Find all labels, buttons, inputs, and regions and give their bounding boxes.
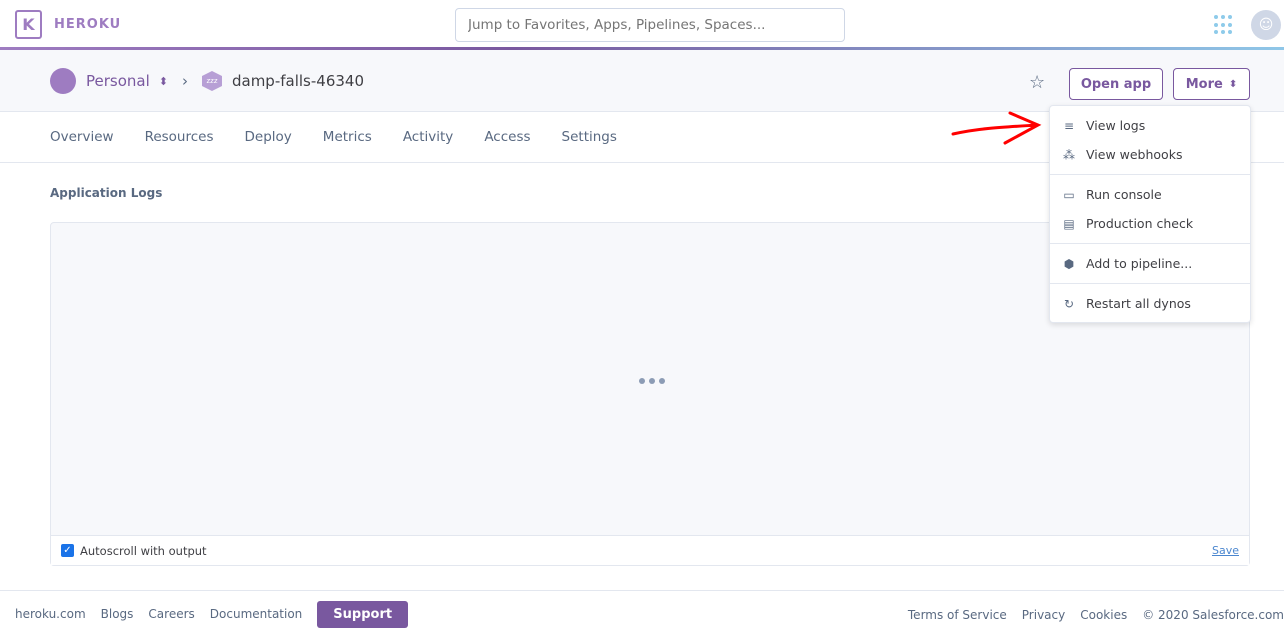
apps-grid-icon[interactable] bbox=[1214, 15, 1234, 35]
divider bbox=[1050, 243, 1250, 244]
autoscroll-label[interactable]: Autoscroll with output bbox=[80, 544, 207, 558]
tab-resources[interactable]: Resources bbox=[145, 129, 214, 145]
more-label: More bbox=[1185, 76, 1223, 92]
tab-activity[interactable]: Activity bbox=[403, 129, 454, 145]
log-footer: ✓ Autoscroll with output Save bbox=[51, 535, 1249, 565]
open-app-button[interactable]: Open app bbox=[1069, 68, 1163, 100]
section-title: Application Logs bbox=[50, 186, 163, 200]
menu-item-run-console[interactable]: ▭ Run console bbox=[1050, 180, 1250, 209]
menu-label: Add to pipeline... bbox=[1086, 256, 1193, 271]
sleeping-app-icon: zzz bbox=[201, 71, 222, 91]
menu-item-add-to-pipeline[interactable]: ⬢ Add to pipeline... bbox=[1050, 249, 1250, 278]
menu-label: View logs bbox=[1086, 118, 1146, 133]
footer-link-privacy[interactable]: Privacy bbox=[1022, 608, 1065, 622]
save-link[interactable]: Save bbox=[1212, 544, 1239, 557]
footer-link-documentation[interactable]: Documentation bbox=[210, 607, 303, 621]
lines-icon: ≡ bbox=[1063, 118, 1075, 133]
autoscroll-checkbox[interactable]: ✓ bbox=[61, 544, 74, 557]
menu-item-restart-dynos[interactable]: ↻ Restart all dynos bbox=[1050, 289, 1250, 318]
more-button[interactable]: More ⬍ bbox=[1173, 68, 1250, 100]
user-icon bbox=[50, 68, 76, 94]
footer-link-cookies[interactable]: Cookies bbox=[1080, 608, 1127, 622]
footer-link-careers[interactable]: Careers bbox=[148, 607, 194, 621]
menu-label: View webhooks bbox=[1086, 147, 1183, 162]
pipeline-icon: ⬢ bbox=[1063, 256, 1075, 271]
chevron-right-icon: › bbox=[181, 72, 188, 90]
avatar[interactable]: ☺ bbox=[1251, 10, 1281, 40]
footer-link-blogs[interactable]: Blogs bbox=[101, 607, 134, 621]
menu-item-production-check[interactable]: ▤ Production check bbox=[1050, 209, 1250, 238]
webhook-icon: ⁂ bbox=[1063, 147, 1075, 162]
account-switcher[interactable]: Personal bbox=[86, 72, 150, 90]
red-arrow-annotation bbox=[951, 111, 1042, 145]
loading-dots-icon bbox=[639, 378, 665, 384]
menu-label: Run console bbox=[1086, 187, 1162, 202]
divider bbox=[1050, 283, 1250, 284]
tab-overview[interactable]: Overview bbox=[50, 129, 114, 145]
support-button[interactable]: Support bbox=[317, 600, 409, 628]
menu-label: Production check bbox=[1086, 216, 1194, 231]
favorite-star-icon[interactable]: ☆ bbox=[1029, 72, 1045, 93]
copyright: © 2020 Salesforce.com bbox=[1142, 607, 1284, 622]
heroku-logo-icon: K bbox=[15, 10, 42, 39]
more-dropdown-menu: ≡ View logs ⁂ View webhooks ▭ Run console ▤… bbox=[1049, 105, 1251, 323]
footer-link-terms[interactable]: Terms of Service bbox=[908, 608, 1007, 622]
footer-right: Terms of Service Privacy Cookies © 2020 … bbox=[893, 591, 1284, 638]
select-arrows-icon[interactable]: ⬍ bbox=[159, 75, 168, 88]
divider bbox=[1050, 174, 1250, 175]
tab-settings[interactable]: Settings bbox=[562, 129, 617, 145]
app-name: damp-falls-46340 bbox=[231, 72, 364, 90]
top-navbar: K HEROKU ☺ bbox=[0, 0, 1284, 50]
search-input[interactable] bbox=[455, 8, 845, 42]
select-arrows-icon: ⬍ bbox=[1228, 78, 1238, 90]
tab-access[interactable]: Access bbox=[484, 129, 530, 145]
brand-name: HEROKU bbox=[54, 17, 122, 32]
tab-metrics[interactable]: Metrics bbox=[323, 129, 372, 145]
menu-item-view-logs[interactable]: ≡ View logs bbox=[1050, 111, 1250, 140]
tab-deploy[interactable]: Deploy bbox=[245, 129, 292, 145]
breadcrumb: Personal ⬍ › zzz damp-falls-46340 bbox=[50, 50, 364, 112]
footer: heroku.com Blogs Careers Documentation S… bbox=[0, 590, 1284, 637]
clipboard-icon: ▤ bbox=[1063, 216, 1075, 231]
footer-link-heroku[interactable]: heroku.com bbox=[15, 607, 86, 621]
restart-icon: ↻ bbox=[1063, 296, 1075, 311]
heroku-logo[interactable]: K HEROKU bbox=[15, 10, 121, 39]
menu-label: Restart all dynos bbox=[1086, 296, 1191, 311]
terminal-icon: ▭ bbox=[1063, 187, 1075, 202]
menu-item-view-webhooks[interactable]: ⁂ View webhooks bbox=[1050, 140, 1250, 169]
